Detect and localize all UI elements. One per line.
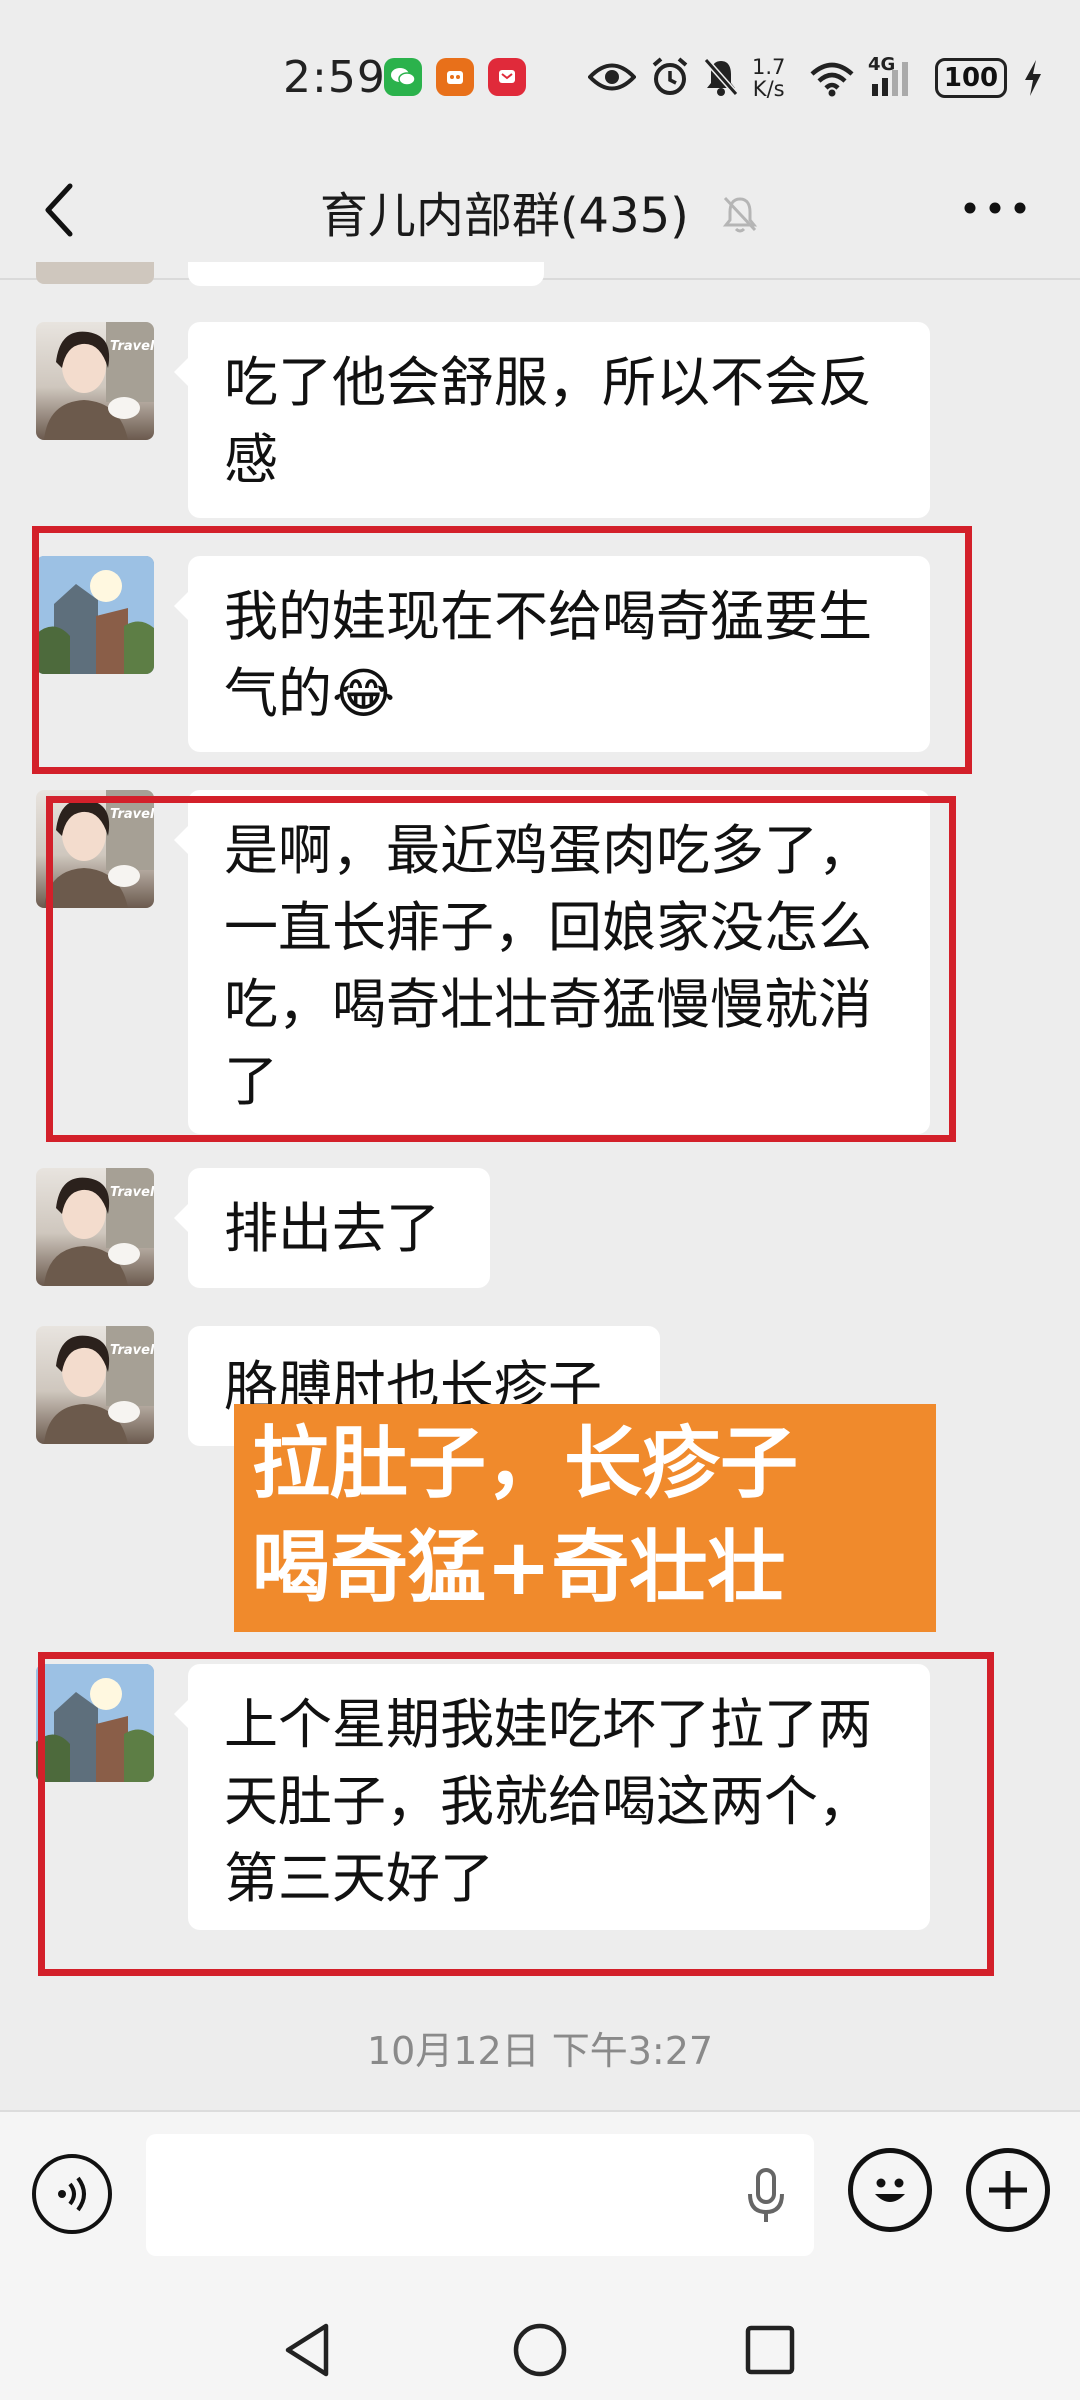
back-triangle-icon[interactable] [282, 2322, 334, 2378]
overlay-line-2: 喝奇猛+奇壮壮 [252, 1523, 786, 1613]
highlight-box [38, 1652, 994, 1976]
cellular-signal-icon: 4G [868, 54, 926, 104]
bell-muted-icon [720, 191, 760, 247]
eye-icon [587, 60, 637, 98]
message-timestamp: 10月12日 下午3:27 [366, 2029, 714, 2073]
svg-text:Travel.: Travel. [110, 339, 154, 354]
message-bubble[interactable]: 吃了他会舒服，所以不会反 感 [174, 322, 930, 518]
partial-avatar [36, 262, 154, 284]
svg-text:Travel.: Travel. [110, 1343, 154, 1358]
network-speed-unit: K/s [752, 77, 785, 101]
emoji-button[interactable] [848, 2148, 932, 2232]
charging-icon [1022, 58, 1044, 102]
network-type: 4G [868, 54, 896, 75]
avatar-woman[interactable]: Travel. [36, 1326, 154, 1444]
plus-button[interactable] [966, 2148, 1050, 2232]
emoji-icon [875, 2178, 905, 2202]
status-bar: 2:59 1.7 K/s 4G 100 [0, 0, 1080, 150]
highlight-box [32, 526, 972, 774]
wechat-notification-icon [384, 58, 422, 96]
avatar-woman[interactable]: Travel. [36, 1168, 154, 1286]
partial-bubble [188, 262, 544, 286]
chat-title-row[interactable]: 育儿内部群(435) [0, 176, 1080, 247]
network-speed-value: 1.7 [752, 55, 786, 79]
input-bar [0, 2110, 1080, 2294]
message-input[interactable] [146, 2134, 814, 2256]
app-notification-icon [436, 58, 474, 96]
network-speed: 1.7 K/s [752, 56, 785, 100]
message-notification-icon [488, 58, 526, 96]
message-line: 感 [224, 428, 278, 491]
microphone-icon[interactable] [746, 2168, 786, 2224]
wifi-icon [808, 60, 856, 102]
chat-title: 育儿内部群(435) [319, 188, 689, 244]
message-bubble[interactable]: 排出去了 [174, 1168, 490, 1288]
overlay-banner: 拉肚子，长疹子 喝奇猛+奇壮壮 [234, 1404, 936, 1632]
highlight-box [46, 796, 956, 1142]
status-time: 2:59 [283, 52, 386, 103]
alarm-icon [650, 56, 690, 102]
avatar-woman[interactable]: Travel. [36, 322, 154, 440]
plus-icon [989, 2171, 1027, 2209]
system-navigation-bar [0, 2292, 1080, 2400]
message-line: 排出去了 [224, 1197, 440, 1260]
silent-bell-icon [702, 56, 740, 102]
home-circle-icon[interactable] [512, 2322, 568, 2378]
voice-input-icon [58, 2176, 86, 2212]
recent-apps-icon[interactable] [744, 2324, 796, 2376]
message-line: 吃了他会舒服，所以不会反 [224, 351, 872, 414]
svg-text:Travel.: Travel. [110, 1185, 154, 1200]
battery-indicator: 100 [935, 58, 1007, 98]
overlay-line-1: 拉肚子，长疹子 [252, 1419, 799, 1509]
voice-input-button[interactable] [32, 2154, 112, 2234]
